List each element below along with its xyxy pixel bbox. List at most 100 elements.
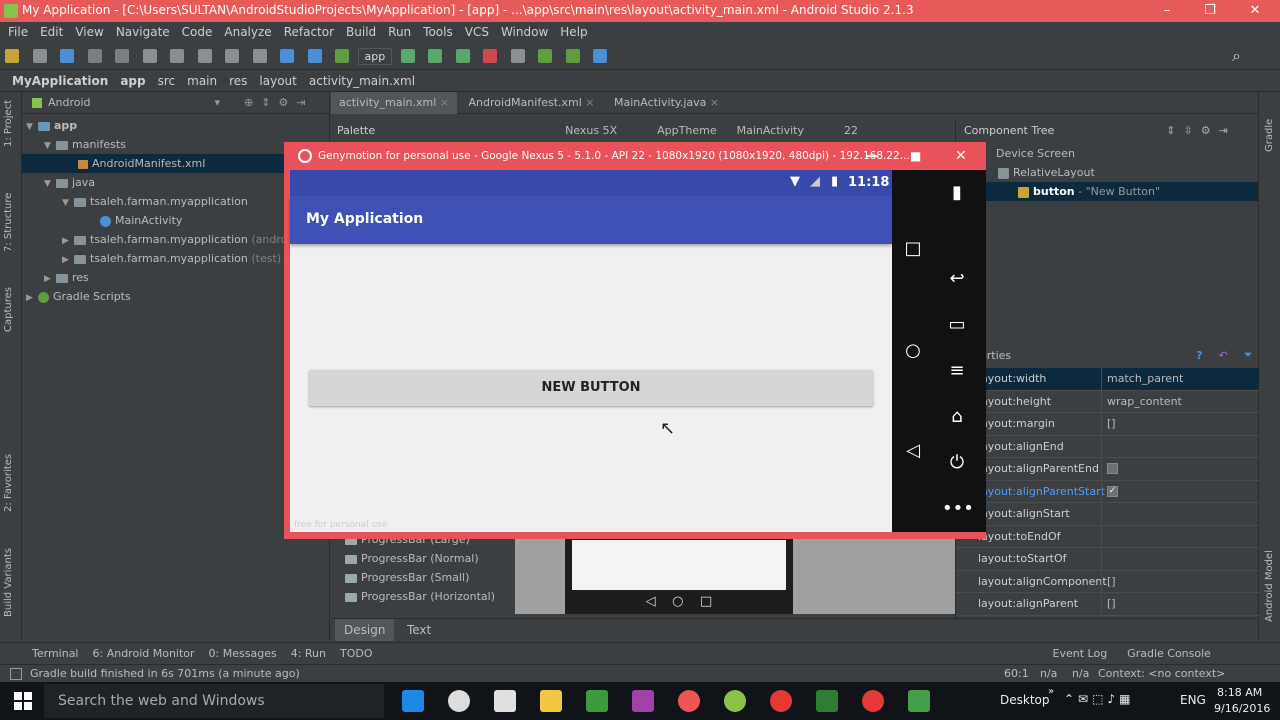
gradle-sync-icon[interactable]: [538, 49, 553, 63]
tab-captures[interactable]: Captures: [3, 287, 14, 332]
help-icon[interactable]: [593, 49, 608, 63]
menu-navigate[interactable]: Navigate: [116, 25, 170, 39]
menu-window[interactable]: Window: [501, 25, 548, 39]
power-icon[interactable]: ⏻: [942, 452, 972, 473]
menu-help[interactable]: Help: [560, 25, 587, 39]
prop-row[interactable]: layout:toStartOf: [956, 548, 1259, 571]
save-icon[interactable]: [32, 49, 47, 63]
tool-android-monitor[interactable]: 6: Android Monitor: [93, 647, 195, 660]
device-select[interactable]: Nexus 5X: [565, 124, 617, 137]
menu-edit[interactable]: Edit: [40, 25, 63, 39]
tab-gradle[interactable]: Gradle: [1264, 119, 1275, 152]
intellij-icon[interactable]: [632, 690, 654, 712]
chevron-up-icon[interactable]: »: [1048, 686, 1054, 697]
breadcrumb-file[interactable]: activity_main.xml: [309, 74, 415, 88]
caret-position[interactable]: 60:1: [1004, 667, 1029, 680]
make-icon[interactable]: [335, 49, 349, 63]
maximize-button[interactable]: ❐: [1195, 2, 1225, 20]
sync-scroll-icon[interactable]: ⊕: [244, 96, 253, 109]
tab-build-variants[interactable]: Build Variants: [3, 548, 14, 617]
sync-icon[interactable]: [60, 49, 74, 63]
tool-terminal[interactable]: Terminal: [32, 647, 79, 660]
prop-row[interactable]: layout:alignParentEnd: [956, 458, 1259, 481]
expand-icon[interactable]: ⇕: [1166, 124, 1175, 137]
theme-select[interactable]: AppTheme: [657, 124, 716, 137]
breadcrumb-project[interactable]: MyApplication: [12, 74, 108, 88]
back-icon[interactable]: [280, 49, 294, 63]
rotate-icon[interactable]: ↩: [942, 268, 972, 289]
tree-item-package-test[interactable]: ▶ tsaleh.farman.myapplication (test): [22, 249, 329, 268]
replace-icon[interactable]: [252, 49, 267, 63]
minimize-button[interactable]: –: [1152, 2, 1182, 20]
battery-widget-icon[interactable]: ▮: [942, 182, 972, 203]
design-canvas[interactable]: ◁ ○ □: [515, 530, 955, 614]
tab-text[interactable]: Text: [398, 619, 440, 641]
camtasia-recorder-icon[interactable]: [908, 690, 930, 712]
palette-item[interactable]: ProgressBar (Normal): [331, 549, 514, 568]
new-button[interactable]: NEW BUTTON: [309, 370, 873, 406]
prop-row[interactable]: layout:alignComponent[]: [956, 570, 1259, 593]
prop-row[interactable]: layout:margin[]: [956, 413, 1259, 436]
api-select[interactable]: 22: [844, 124, 858, 137]
hide-icon[interactable]: ⇥: [296, 96, 305, 109]
task-view-icon[interactable]: [402, 690, 424, 712]
tab-android-model[interactable]: Android Model: [1264, 550, 1275, 622]
app-icon[interactable]: [494, 690, 516, 712]
breadcrumb-src[interactable]: src: [158, 74, 176, 88]
project-view-select[interactable]: Android: [48, 96, 91, 109]
language-indicator[interactable]: ENG: [1180, 693, 1206, 707]
node-button[interactable]: button - "New Button": [956, 182, 1258, 201]
menu-file[interactable]: File: [8, 25, 28, 39]
prop-row[interactable]: layout:alignParentStart ✓: [956, 480, 1259, 503]
encoding[interactable]: n/a: [1072, 667, 1089, 680]
open-icon[interactable]: [5, 49, 19, 63]
file-explorer-icon[interactable]: [540, 690, 562, 712]
tool-event-log[interactable]: Event Log: [1053, 647, 1108, 660]
geny-minimize-button[interactable]: —: [866, 149, 879, 164]
line-separator[interactable]: n/a: [1040, 667, 1057, 680]
tab-favorites[interactable]: 2: Favorites: [3, 454, 14, 512]
cut-icon[interactable]: [142, 49, 157, 63]
tree-item-androidmanifest[interactable]: AndroidManifest.xml: [22, 154, 329, 173]
gear-icon[interactable]: ⚙: [279, 96, 289, 109]
undo-icon[interactable]: ↶: [1219, 349, 1228, 362]
close-button[interactable]: ✕: [1240, 2, 1270, 20]
breadcrumb-layout[interactable]: layout: [259, 74, 296, 88]
checkbox-align-parent-end[interactable]: [1107, 463, 1118, 475]
filter-icon[interactable]: ⏷: [1244, 348, 1253, 362]
activity-select[interactable]: MainActivity: [737, 124, 804, 137]
more-icon[interactable]: •••: [942, 498, 974, 519]
tree-item-package-androidtest[interactable]: ▶ tsaleh.farman.myapplication (androi: [22, 230, 329, 249]
debug-icon[interactable]: [428, 49, 443, 63]
run-config-select[interactable]: app: [357, 48, 393, 65]
tool-run[interactable]: 4: Run: [291, 647, 326, 660]
menu-refactor[interactable]: Refactor: [284, 25, 334, 39]
tab-project[interactable]: 1: Project: [3, 100, 14, 147]
breadcrumb-res[interactable]: res: [229, 74, 247, 88]
menu-vcs[interactable]: VCS: [465, 25, 489, 39]
stop-icon[interactable]: [483, 49, 498, 63]
copy-icon[interactable]: [170, 49, 184, 63]
app-icon[interactable]: [448, 690, 470, 712]
tree-item-package[interactable]: ▼ tsaleh.farman.myapplication: [22, 192, 329, 211]
prop-row[interactable]: layout:alignStart: [956, 503, 1259, 526]
menu-view[interactable]: View: [75, 25, 103, 39]
avd-manager-icon[interactable]: [565, 49, 580, 63]
prop-row[interactable]: layout:alignParent[]: [956, 593, 1259, 616]
palette-item[interactable]: ProgressBar (Horizontal): [331, 587, 514, 606]
app-icon[interactable]: [678, 690, 700, 712]
tab-structure[interactable]: 7: Structure: [3, 193, 14, 252]
home-icon[interactable]: ○: [898, 340, 928, 361]
find-icon[interactable]: [225, 49, 239, 63]
tool-todo[interactable]: TODO: [340, 647, 373, 660]
tree-item-res[interactable]: ▶ res: [22, 268, 329, 287]
geny-maximize-button[interactable]: ■: [910, 149, 921, 163]
node-relativelayout[interactable]: RelativeLayout: [956, 163, 1258, 182]
desktop-toolbar[interactable]: Desktop: [1000, 693, 1050, 707]
tree-item-gradle-scripts[interactable]: ▶ Gradle Scripts: [22, 287, 329, 306]
gear-icon[interactable]: ⚙: [1201, 124, 1211, 137]
collapse-all-icon[interactable]: ⇳: [1184, 124, 1193, 137]
tree-item-mainactivity[interactable]: MainActivity: [22, 211, 329, 230]
menu-icon[interactable]: ≡: [942, 360, 972, 381]
tray-icons[interactable]: ⌃✉⬚♪▦: [1064, 692, 1134, 706]
